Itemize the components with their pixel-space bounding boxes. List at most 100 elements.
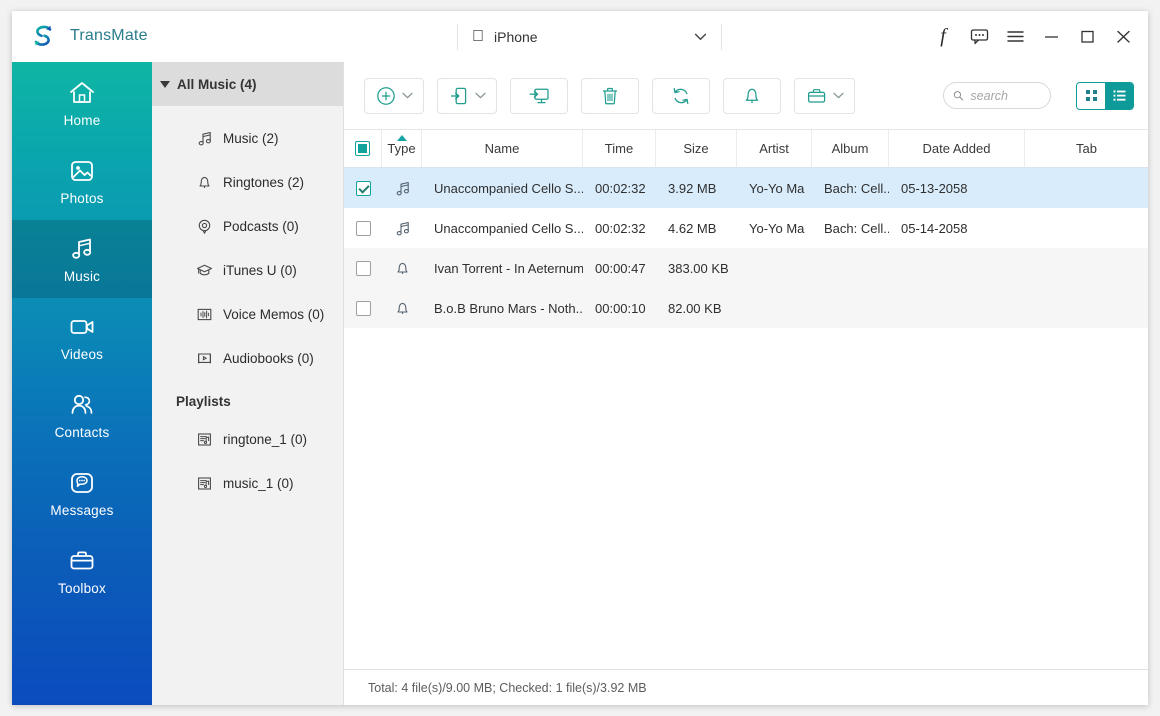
column-header-label: Time	[604, 141, 634, 156]
category-item-audiobooks[interactable]: Audiobooks (0)	[152, 336, 343, 380]
row-checkbox[interactable]	[355, 260, 371, 276]
grid-view-button[interactable]	[1077, 82, 1105, 109]
category-item-label: Ringtones (2)	[223, 174, 305, 190]
playlist-item-label: music_1 (0)	[223, 475, 294, 491]
device-selector[interactable]:  iPhone	[457, 24, 722, 50]
contacts-icon	[71, 394, 93, 414]
row-tab-cell	[1025, 208, 1148, 248]
category-item-music[interactable]: Music (2)	[152, 116, 343, 160]
row-size-cell: 383.00 KB	[668, 260, 729, 276]
sidebar-item-toolbox[interactable]: Toolbox	[12, 532, 152, 610]
export-to-device-button[interactable]	[437, 77, 497, 114]
column-header-type[interactable]: Type	[382, 130, 422, 167]
category-list: Music (2) Ringtones (2) Podcasts (0) iTu…	[152, 106, 343, 380]
select-all-header[interactable]	[344, 130, 382, 167]
table-row[interactable]: Unaccompanied Cello S... 00:02:32 3.92 M…	[344, 168, 1148, 208]
search-input[interactable]	[970, 88, 1041, 103]
row-checkbox-cell[interactable]	[344, 248, 382, 288]
close-button[interactable]	[1106, 20, 1140, 54]
refresh-button[interactable]	[652, 77, 710, 114]
column-header-label: Album	[831, 141, 869, 156]
column-header-artist[interactable]: Artist	[737, 130, 812, 167]
search-box[interactable]	[943, 82, 1051, 109]
sidebar-item-videos[interactable]: Videos	[12, 298, 152, 376]
row-date-added-cell: 05-13-2058	[901, 180, 968, 196]
playlist-item-label: ringtone_1 (0)	[223, 431, 308, 447]
sidebar-item-photos[interactable]: Photos	[12, 142, 152, 220]
row-type-cell	[382, 208, 422, 248]
sidebar-item-label: Messages	[50, 502, 114, 518]
column-header-label: Artist	[759, 141, 789, 156]
category-header-label: All Music (4)	[177, 76, 257, 92]
list-view-icon	[1113, 90, 1125, 101]
sidebar-item-label: Home	[63, 112, 101, 128]
row-checkbox[interactable]	[355, 180, 371, 196]
category-header[interactable]: All Music (4)	[152, 62, 343, 106]
row-artist-cell	[737, 288, 812, 328]
table-row[interactable]: Unaccompanied Cello S... 00:02:32 4.62 M…	[344, 208, 1148, 248]
toolbox-button[interactable]	[794, 77, 855, 114]
ringtone-maker-button[interactable]	[723, 77, 781, 114]
audiobook-icon	[198, 352, 211, 363]
list-view-button[interactable]	[1105, 82, 1133, 109]
category-item-itunes-u[interactable]: iTunes U (0)	[152, 248, 343, 292]
playlists-header: Playlists	[176, 394, 231, 409]
maximize-icon	[1080, 30, 1094, 43]
feedback-button[interactable]	[962, 20, 996, 54]
minimize-button[interactable]	[1034, 20, 1068, 54]
menu-button[interactable]	[998, 20, 1032, 54]
row-tab-cell	[1025, 168, 1148, 208]
sidebar: Home Photos Music Videos Contacts Messag…	[12, 62, 152, 705]
column-header-tab[interactable]: Tab	[1025, 130, 1148, 167]
chevron-down-icon	[694, 33, 707, 40]
chevron-down-icon	[475, 92, 486, 99]
playlist-item-ringtone-1[interactable]: ringtone_1 (0)	[152, 417, 343, 461]
trash-icon	[603, 87, 617, 104]
music-note-icon	[396, 221, 409, 235]
apple-icon: 	[472, 29, 484, 45]
select-all-checkbox[interactable]	[355, 141, 370, 156]
facebook-button[interactable]: f	[926, 20, 960, 54]
title-bar: TransMate  iPhone f	[12, 11, 1148, 62]
delete-button[interactable]	[581, 77, 639, 114]
toolbox-icon	[70, 551, 94, 569]
table-row[interactable]: B.o.B Bruno Mars - Noth... 00:00:10 82.0…	[344, 288, 1148, 328]
row-size-cell: 82.00 KB	[668, 300, 722, 316]
column-header-album[interactable]: Album	[812, 130, 889, 167]
main-panel: Type Name Time Size Artist Alb	[344, 62, 1148, 705]
table-header-row: Type Name Time Size Artist Album Date Ad…	[344, 130, 1148, 168]
row-name-cell: Ivan Torrent - In Aeternum	[434, 260, 583, 276]
column-header-size[interactable]: Size	[656, 130, 737, 167]
category-item-ringtones[interactable]: Ringtones (2)	[152, 160, 343, 204]
maximize-button[interactable]	[1070, 20, 1104, 54]
row-checkbox-cell[interactable]	[344, 208, 382, 248]
column-header-date-added[interactable]: Date Added	[889, 130, 1025, 167]
brand: TransMate	[12, 21, 262, 51]
file-table: Type Name Time Size Artist Album Date Ad…	[344, 130, 1148, 705]
status-text: Total: 4 file(s)/9.00 MB; Checked: 1 fil…	[368, 680, 647, 695]
sidebar-item-messages[interactable]: Messages	[12, 454, 152, 532]
row-time-cell: 00:00:10	[595, 300, 646, 316]
column-header-name[interactable]: Name	[422, 130, 583, 167]
export-to-pc-button[interactable]	[510, 77, 568, 114]
row-time-cell: 00:02:32	[595, 180, 646, 196]
hamburger-menu-icon	[1006, 31, 1024, 42]
sidebar-item-contacts[interactable]: Contacts	[12, 376, 152, 454]
body: Home Photos Music Videos Contacts Messag…	[12, 62, 1148, 705]
sidebar-item-music[interactable]: Music	[12, 220, 152, 298]
device-name: iPhone	[482, 29, 538, 45]
row-checkbox[interactable]	[355, 220, 371, 236]
row-checkbox-cell[interactable]	[344, 168, 382, 208]
add-button[interactable]	[364, 77, 424, 114]
row-checkbox-cell[interactable]	[344, 288, 382, 328]
category-item-podcasts[interactable]: Podcasts (0)	[152, 204, 343, 248]
refresh-icon	[673, 87, 689, 104]
row-checkbox[interactable]	[355, 300, 371, 316]
sidebar-item-home[interactable]: Home	[12, 64, 152, 142]
column-header-time[interactable]: Time	[583, 130, 656, 167]
message-bubble-icon	[970, 29, 988, 45]
category-item-voice-memos[interactable]: Voice Memos (0)	[152, 292, 343, 336]
row-album-cell: Bach: Cell...	[824, 180, 889, 196]
playlist-item-music-1[interactable]: music_1 (0)	[152, 461, 343, 505]
table-row[interactable]: Ivan Torrent - In Aeternum 00:00:47 383.…	[344, 248, 1148, 288]
